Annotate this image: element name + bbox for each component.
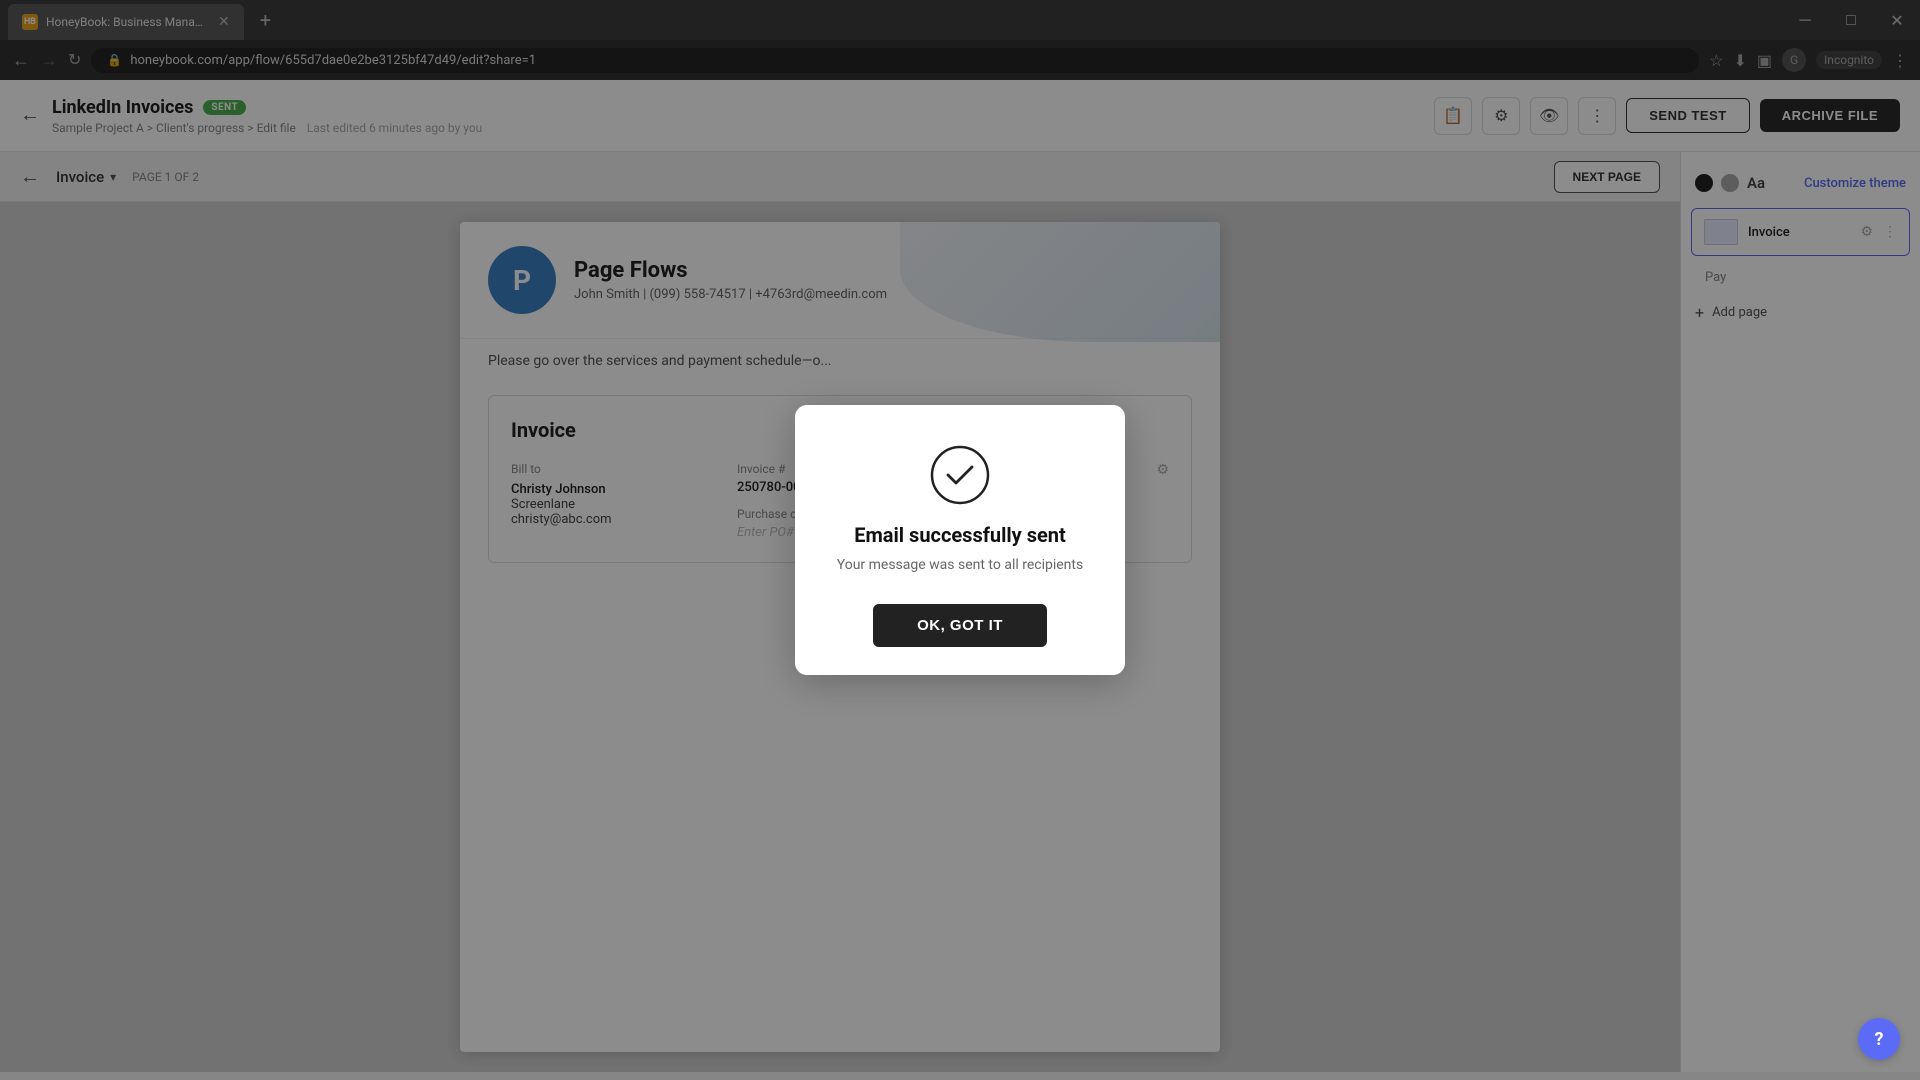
success-check-icon (930, 445, 990, 505)
success-modal: Email successfully sent Your message was… (795, 405, 1125, 675)
modal-title: Email successfully sent (827, 523, 1093, 547)
modal-overlay[interactable]: Email successfully sent Your message was… (0, 0, 1920, 1080)
ok-got-it-button[interactable]: OK, GOT IT (873, 604, 1047, 647)
modal-subtitle: Your message was sent to all recipients (827, 555, 1093, 576)
help-button[interactable]: ? (1858, 1018, 1900, 1060)
